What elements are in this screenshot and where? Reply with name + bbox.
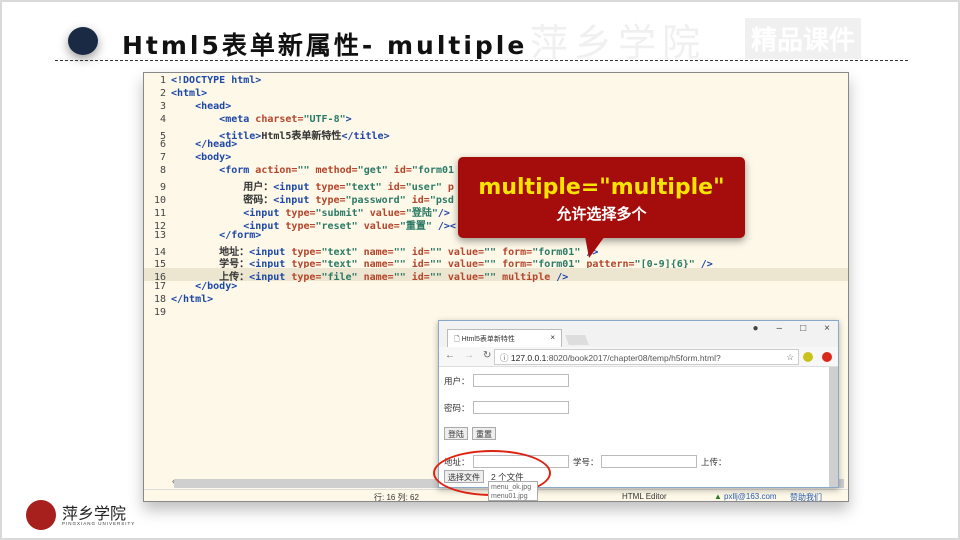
code-line[interactable]: 19 [144,307,848,320]
code-line[interactable]: 16 上传：<input type="file" name="" id="" v… [144,268,848,283]
upload-label: 上传： [701,457,727,467]
line-number: 3 [159,100,166,112]
password-input[interactable] [473,401,569,414]
url-host: 127.0.0.1 [510,353,547,363]
back-icon[interactable]: ← [445,350,455,361]
line-number: 17 [153,281,166,293]
code-line[interactable]: 18 </html> [144,294,848,307]
info-icon: ⓘ [500,353,511,363]
student-input[interactable] [601,455,697,468]
vertical-scrollbar[interactable] [829,367,838,487]
code-line[interactable]: 1 <!DOCTYPE html> [144,75,848,88]
address-bar: ← → ↻ ⓘ 127.0.0.1:8020/book2017/chapter0… [439,347,838,367]
callout: multiple="multiple" 允许选择多个 [458,157,745,238]
user-link[interactable]: pxllj@163.com [724,492,777,501]
watermark: 萍乡学院 [530,21,707,65]
code-token: > [345,113,352,125]
line-number: 18 [153,294,166,306]
code-token: <meta [219,113,256,125]
code-token: method= [315,165,358,177]
code-token: "get" [357,165,394,177]
url-path: :8020/book2017/chapter08/temp/h5form.htm… [546,353,721,363]
code-line[interactable]: 14 地址：<input type="text" name="" id="" v… [144,243,848,258]
line-number: 7 [159,152,166,164]
student-label: 学号： [573,457,599,467]
password-label: 密码： [444,403,470,413]
line-number: 19 [153,307,166,319]
new-tab-button[interactable] [565,335,589,345]
bookmark-star-icon[interactable]: ☆ [786,352,794,363]
watermark-badge: 精品课件 [745,18,862,59]
submit-button[interactable]: 登陆 [444,427,468,440]
code-line[interactable]: 15 学号：<input type="text" name="" id="" v… [144,255,848,270]
maximize-button[interactable]: □ [800,323,806,334]
code-line[interactable]: 4 <meta charset="UTF-8"> [144,114,848,127]
code-token: charset= [255,113,304,125]
code-token: <!DOCTYPE html> [171,75,262,86]
code-token: <html> [171,87,208,99]
minimize-button[interactable]: – [777,323,783,334]
code-token: action= [255,165,298,177]
code-line[interactable]: 6 </head> [144,139,848,152]
university-logo [26,500,56,530]
code-line[interactable]: 2 <html> [144,88,848,101]
line-number: 6 [159,139,166,151]
file-tooltip: menu_ok.jpg menu01.jpg [488,481,538,501]
code-line[interactable]: 17 </body> [144,281,848,294]
forward-icon[interactable]: → [464,350,474,361]
callout-code: multiple="multiple" [478,175,725,200]
line-number: 1 [159,75,166,86]
extension-icon[interactable] [803,352,813,362]
line-number: 2 [159,87,166,99]
code-token: "form01 [411,165,455,177]
code-line[interactable]: 5 <title>Html5表单新特性</title> [144,127,848,142]
profile-icon[interactable]: ● [753,323,759,334]
line-number: 13 [153,229,166,241]
code-token: </html> [171,294,214,306]
code-line[interactable]: 3 <head> [144,101,848,114]
close-tab-icon[interactable]: × [550,333,555,342]
tab-bar: 🗋 Html5表单新特性 × ● – □ × [439,321,838,347]
code-token: id= [393,165,412,177]
user-input[interactable] [473,374,569,387]
code-token: </form> [219,229,262,241]
reset-button[interactable]: 重置 [472,427,496,440]
tab-title: Html5表单新特性 [461,336,515,343]
code-token: </head> [195,139,238,151]
line-number: 4 [159,113,166,125]
line-number: 8 [159,165,166,177]
code-token: <form [219,165,256,177]
code-token: <head> [195,100,232,112]
browser-tab[interactable]: 🗋 Html5表单新特性 × [447,329,562,347]
reload-icon[interactable]: ↻ [483,350,491,361]
user-label: 用户： [444,376,470,386]
tooltip-file: menu_ok.jpg [491,484,532,491]
editor-mode: HTML Editor [622,492,667,501]
sponsor-link[interactable]: 赞助我们 [790,492,822,503]
page-icon: 🗋 [454,336,462,343]
url-input[interactable]: ⓘ 127.0.0.1:8020/book2017/chapter08/temp… [494,349,799,365]
tooltip-file: menu01.jpg [491,493,528,500]
slide-title: Html5表单新属性- multiple [122,31,528,60]
code-token: "UTF-8" [303,113,346,125]
logo-subtitle: PINGXIANG UNIVERSITY [62,521,136,526]
code-token: <body> [195,152,232,164]
close-window-button[interactable]: × [824,323,830,334]
title-divider [55,60,908,61]
title-bullet [68,27,98,55]
code-token: </body> [195,281,238,293]
user-icon: ▲ [714,492,722,501]
code-token: "" [297,165,316,177]
callout-desc: 允许选择多个 [556,206,647,223]
opera-icon[interactable] [822,352,832,362]
cursor-position: 行: 16 列: 62 [374,493,419,502]
